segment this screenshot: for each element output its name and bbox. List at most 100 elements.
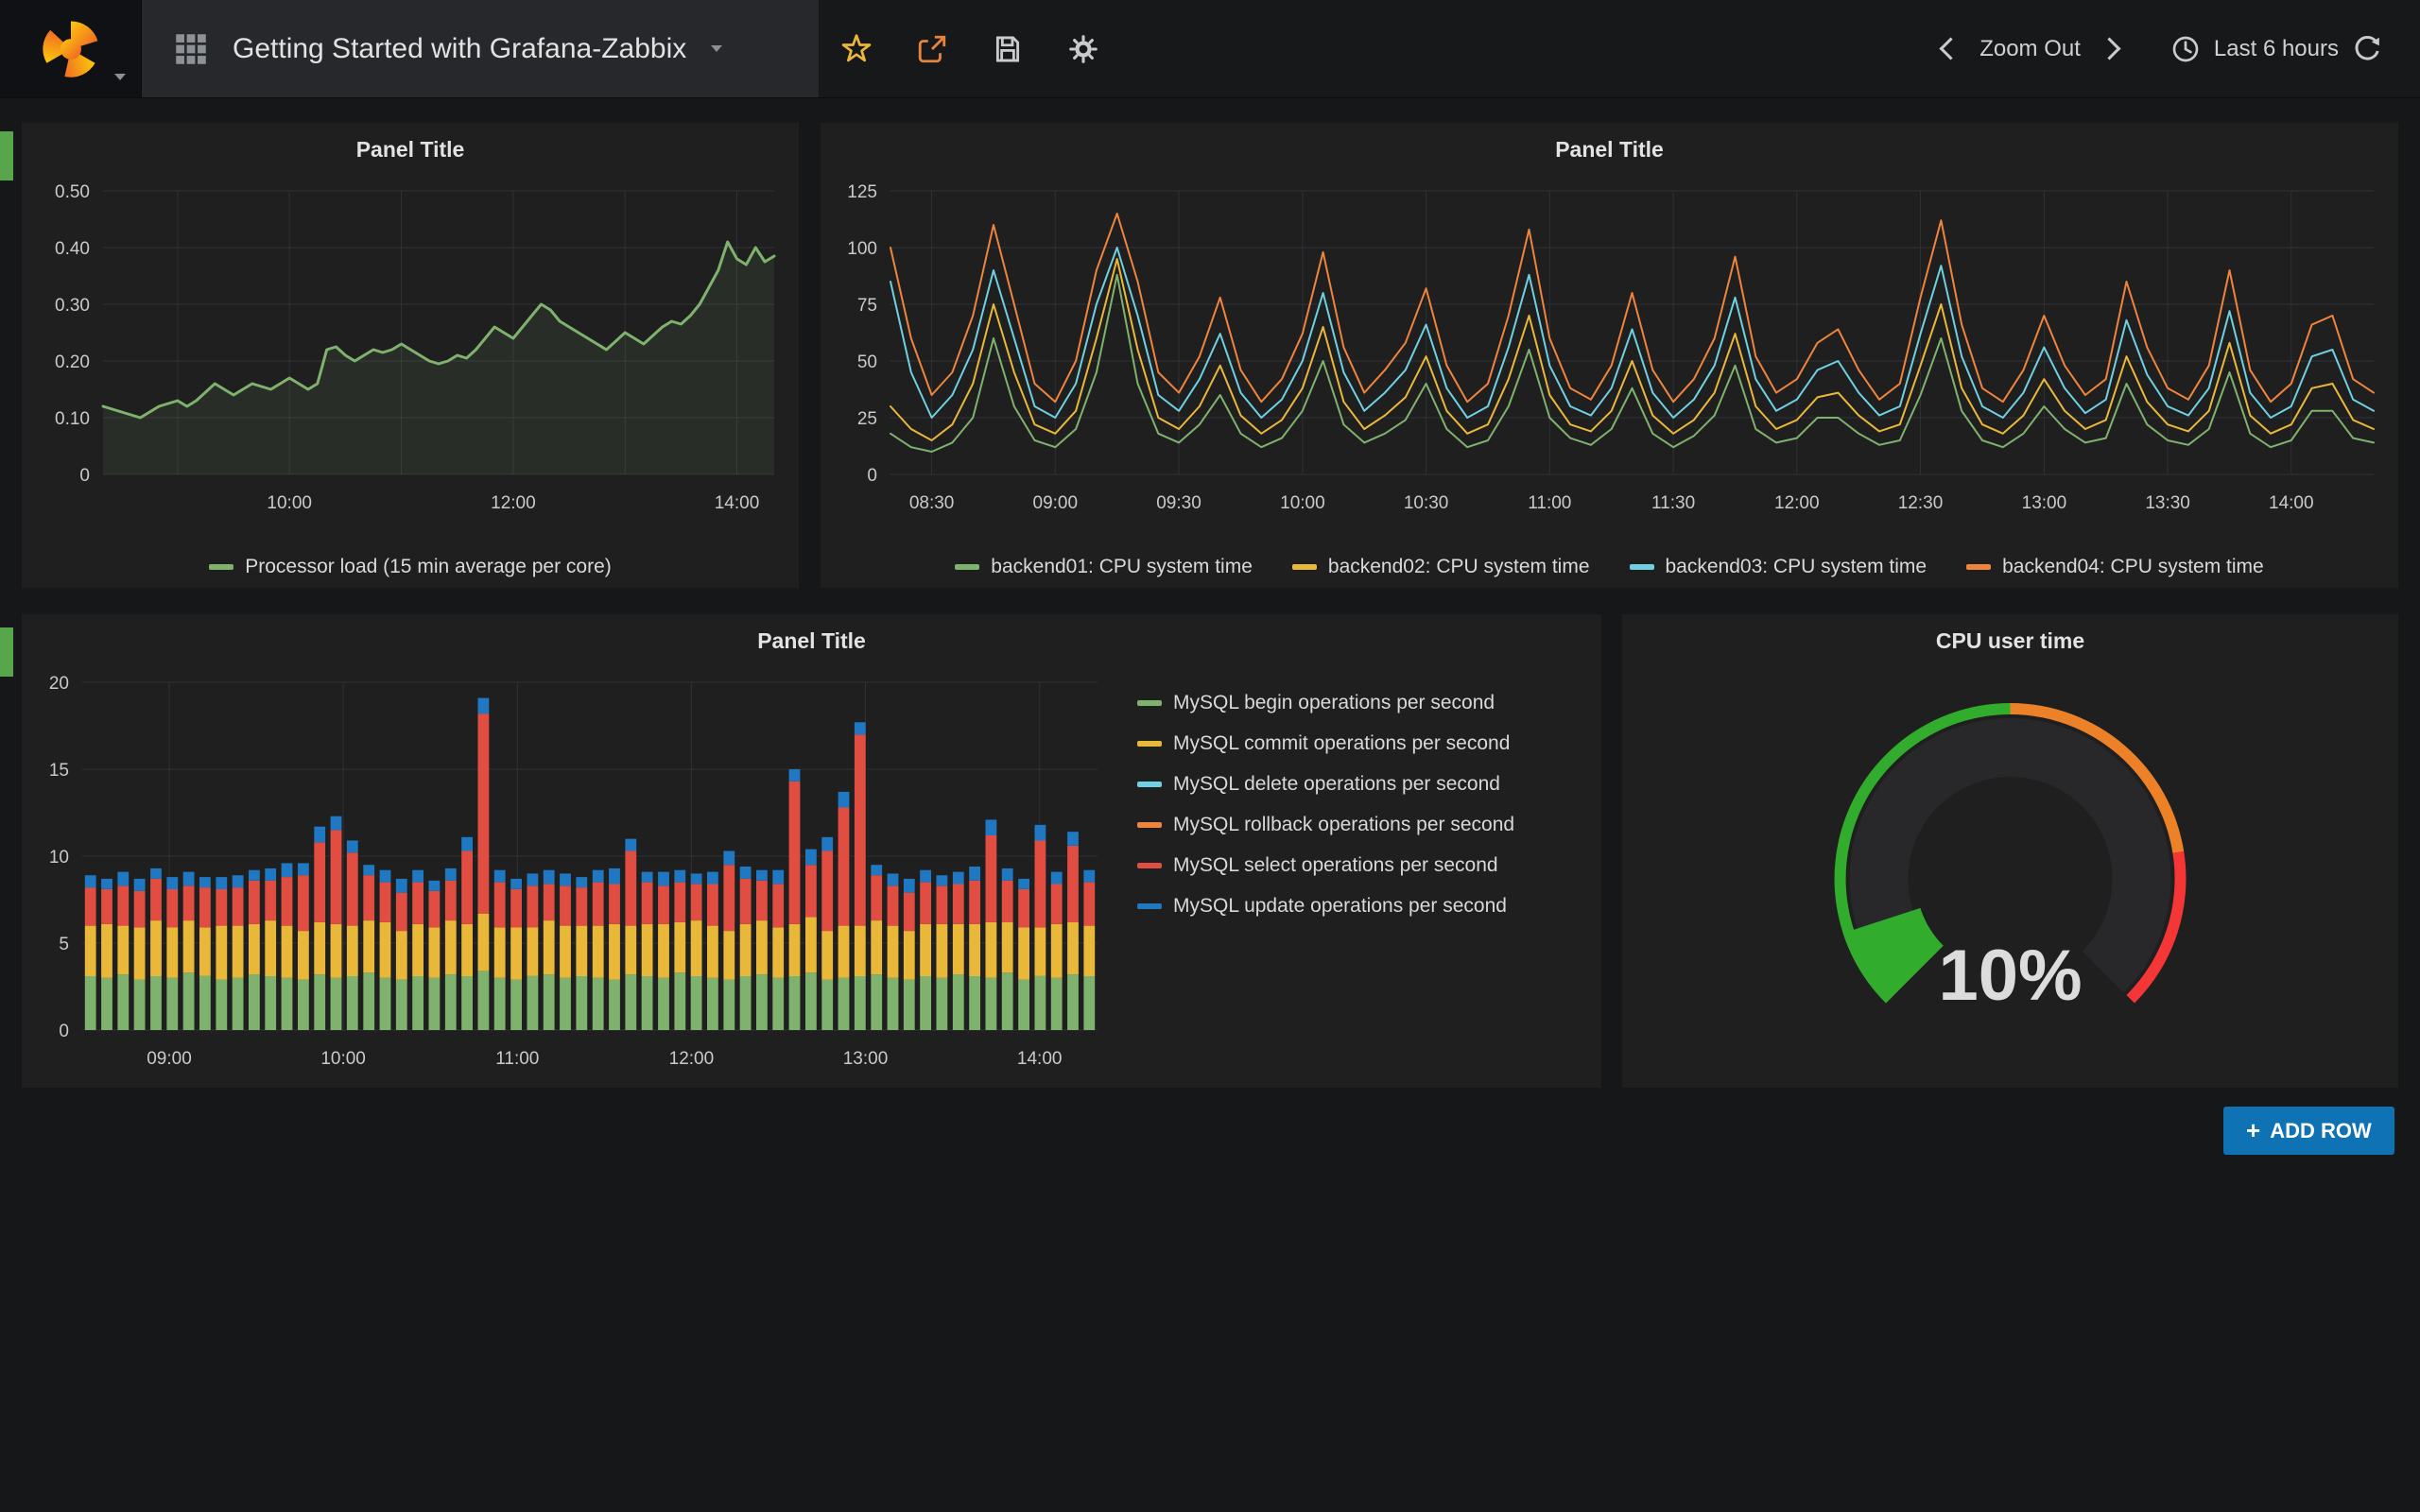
chevron-down-icon	[711, 45, 722, 52]
legend-color-dash	[1137, 700, 1162, 706]
line-chart-processor-load[interactable]: 00.100.200.300.400.5010:0012:0014:00	[22, 176, 799, 527]
dashboard-title-button[interactable]: Getting Started with Grafana-Zabbix	[142, 0, 819, 97]
legend-item[interactable]: MySQL update operations per second	[1137, 885, 1582, 926]
bar-chart-mysql-operations[interactable]: 0510152009:0010:0011:0012:0013:0014:00	[22, 667, 1118, 1083]
svg-text:75: 75	[857, 296, 877, 316]
legend-label: MySQL delete operations per second	[1173, 773, 1500, 796]
add-row-button[interactable]: + ADD ROW	[2223, 1107, 2394, 1155]
add-row-label: ADD ROW	[2270, 1119, 2372, 1143]
svg-text:0: 0	[867, 466, 877, 486]
svg-text:10%: 10%	[1938, 936, 2082, 1016]
svg-text:0.40: 0.40	[55, 239, 90, 259]
svg-text:0: 0	[79, 466, 90, 486]
panel-title[interactable]: Panel Title	[821, 123, 2398, 176]
legend: Processor load (15 min average per core)	[22, 556, 799, 578]
time-shift-forward-button[interactable]	[2081, 41, 2138, 57]
svg-text:09:30: 09:30	[1156, 493, 1201, 513]
refresh-button[interactable]	[2339, 34, 2395, 64]
svg-text:0.20: 0.20	[55, 352, 90, 372]
legend-item[interactable]: MySQL select operations per second	[1137, 845, 1582, 885]
legend-item[interactable]: MySQL rollback operations per second	[1137, 804, 1582, 845]
svg-text:12:00: 12:00	[491, 493, 536, 513]
legend-color-dash	[1137, 903, 1162, 909]
svg-text:10: 10	[49, 848, 69, 868]
legend-color-dash	[1630, 564, 1654, 570]
svg-text:12:00: 12:00	[669, 1049, 715, 1069]
svg-text:50: 50	[857, 352, 877, 372]
svg-text:5: 5	[59, 935, 69, 954]
time-range-button[interactable]: Last 6 hours	[2170, 34, 2339, 64]
chevron-down-icon	[114, 74, 126, 80]
clock-icon	[2170, 34, 2201, 64]
panel-mysql-operations: Panel Title 0510152009:0010:0011:0012:00…	[22, 614, 1601, 1088]
legend-item[interactable]: backend01: CPU system time	[955, 556, 1253, 578]
legend-item[interactable]: backend03: CPU system time	[1630, 556, 1927, 578]
legend-item[interactable]: MySQL begin operations per second	[1137, 682, 1582, 723]
legend-item[interactable]: MySQL commit operations per second	[1137, 723, 1582, 764]
legend-label: MySQL select operations per second	[1173, 854, 1498, 877]
dashboard-title: Getting Started with Grafana-Zabbix	[233, 33, 686, 65]
legend-color-dash	[1966, 564, 1991, 570]
zoom-out-button[interactable]: Zoom Out	[1979, 36, 2081, 62]
svg-text:12:00: 12:00	[1774, 493, 1820, 513]
star-button[interactable]	[819, 0, 894, 97]
legend-label: backend02: CPU system time	[1328, 556, 1590, 578]
svg-text:10:00: 10:00	[267, 493, 312, 513]
chevron-right-icon	[2098, 37, 2120, 60]
navbar: Getting Started with Grafana-Zabbix	[0, 0, 2420, 98]
svg-text:09:00: 09:00	[147, 1049, 192, 1069]
dashboard-grid-icon	[174, 32, 208, 66]
panel-title[interactable]: CPU user time	[1622, 614, 2398, 667]
panel-cpu-user-time: CPU user time 10%	[1622, 614, 2398, 1088]
svg-text:0.10: 0.10	[55, 409, 90, 429]
svg-text:10:00: 10:00	[320, 1049, 366, 1069]
svg-text:0: 0	[59, 1022, 69, 1041]
time-range-label: Last 6 hours	[2214, 36, 2339, 62]
gauge-cpu-user-time[interactable]: 10%	[1622, 667, 2398, 1088]
time-shift-back-button[interactable]	[1922, 41, 1979, 57]
panel-title[interactable]: Panel Title	[22, 123, 799, 176]
legend-item[interactable]: MySQL delete operations per second	[1137, 764, 1582, 804]
legend: backend01: CPU system time backend02: CPU…	[821, 556, 2398, 578]
legend-color-dash	[209, 564, 233, 570]
legend-label: MySQL rollback operations per second	[1173, 814, 1514, 836]
legend-label: Processor load (15 min average per core)	[245, 556, 612, 578]
svg-text:0.30: 0.30	[55, 296, 90, 316]
settings-button[interactable]	[1046, 0, 1121, 97]
svg-text:11:00: 11:00	[1528, 493, 1571, 513]
share-icon	[916, 33, 948, 65]
legend: MySQL begin operations per second MySQL c…	[1137, 682, 1582, 926]
panel-title[interactable]: Panel Title	[22, 614, 1601, 667]
legend-color-dash	[1137, 782, 1162, 787]
svg-text:13:00: 13:00	[843, 1049, 889, 1069]
legend-color-dash	[1137, 863, 1162, 868]
legend-item[interactable]: backend04: CPU system time	[1966, 556, 2264, 578]
legend-item[interactable]: Processor load (15 min average per core)	[209, 556, 612, 578]
grafana-logo-button[interactable]	[0, 0, 142, 97]
panel-processor-load: Panel Title 00.100.200.300.400.5010:0012…	[22, 123, 799, 588]
save-icon	[992, 33, 1024, 65]
legend-label: MySQL begin operations per second	[1173, 692, 1495, 714]
grafana-logo-icon	[38, 16, 104, 82]
legend-label: MySQL commit operations per second	[1173, 732, 1510, 755]
svg-text:10:00: 10:00	[1280, 493, 1325, 513]
svg-text:08:30: 08:30	[909, 493, 955, 513]
share-button[interactable]	[894, 0, 970, 97]
svg-text:14:00: 14:00	[1017, 1049, 1063, 1069]
row-handle[interactable]	[0, 627, 13, 677]
svg-text:10:30: 10:30	[1404, 493, 1449, 513]
legend-label: backend04: CPU system time	[2002, 556, 2264, 578]
svg-text:09:00: 09:00	[1033, 493, 1079, 513]
navbar-right-controls: Zoom Out Last 6 hours	[1922, 0, 2420, 97]
legend-item[interactable]: backend02: CPU system time	[1292, 556, 1590, 578]
svg-text:13:30: 13:30	[2145, 493, 2190, 513]
legend-color-dash	[1137, 741, 1162, 747]
svg-text:25: 25	[857, 409, 877, 429]
row-handle[interactable]	[0, 131, 13, 180]
save-button[interactable]	[970, 0, 1046, 97]
refresh-icon	[2352, 34, 2382, 64]
line-chart-cpu-system-time[interactable]: 025507510012508:3009:0009:3010:0010:3011…	[821, 176, 2398, 527]
legend-color-dash	[955, 564, 979, 570]
svg-text:100: 100	[847, 239, 877, 259]
svg-text:14:00: 14:00	[2269, 493, 2314, 513]
